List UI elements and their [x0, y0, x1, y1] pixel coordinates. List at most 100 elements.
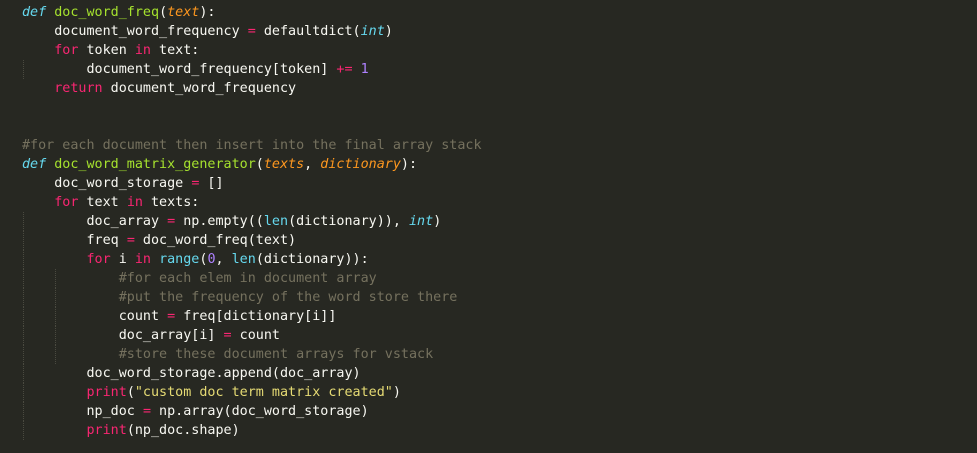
code-text: doc_word_storage — [22, 176, 192, 191]
code-text: (dictionary)): — [255, 252, 369, 267]
code-line[interactable]: doc_word_storage.append(doc_array) — [22, 364, 482, 383]
indent-guide — [55, 269, 57, 288]
code-line[interactable]: return document_word_frequency — [22, 79, 482, 98]
code-text: np_doc — [22, 404, 143, 419]
indent-guide — [55, 307, 57, 326]
code-line[interactable]: for i in range(0, len(dictionary)): — [22, 250, 482, 269]
code-text: document_word_frequency[token] — [22, 62, 337, 77]
operator: = — [167, 214, 176, 229]
code-text: [] — [199, 176, 224, 191]
code-line[interactable]: document_word_frequency[token] += 1 — [22, 60, 482, 79]
code-text: , — [215, 252, 232, 267]
code-text: ( — [159, 5, 168, 20]
number-literal: 0 — [207, 252, 216, 267]
code-line[interactable] — [22, 98, 482, 117]
code-line[interactable]: print(np_doc.shape) — [22, 421, 482, 440]
keyword: print — [86, 423, 127, 438]
code-text: freq[dictionary[i]] — [175, 309, 337, 324]
function-name: doc_word_freq — [54, 5, 160, 20]
code-line[interactable]: #put the frequency of the word store the… — [22, 288, 482, 307]
code-text: text: — [151, 43, 200, 58]
string-literal: "custom doc term matrix created" — [134, 385, 393, 400]
keyword: for — [54, 43, 79, 58]
code-text: token — [78, 43, 135, 58]
code-line[interactable]: np_doc = np.array(doc_word_storage) — [22, 402, 482, 421]
function-name: doc_word_matrix_generator — [54, 157, 256, 172]
code-line[interactable]: doc_array[i] = count — [22, 326, 482, 345]
operator: = — [247, 24, 256, 39]
indent-guide — [23, 288, 24, 307]
comment: #for each document then insert into the … — [22, 138, 482, 153]
builtin-function: len — [263, 214, 289, 229]
code-line[interactable] — [22, 117, 482, 136]
number-literal: 1 — [360, 62, 369, 77]
indent-guide — [23, 269, 24, 288]
code-text: , — [304, 157, 321, 172]
def-keyword: def — [22, 157, 47, 172]
code-line[interactable]: def doc_word_matrix_generator(texts, dic… — [22, 155, 482, 174]
indent-guide — [55, 345, 57, 364]
comment: #put the frequency of the word store the… — [118, 290, 458, 305]
indent-guide — [55, 326, 57, 345]
operator: = — [167, 309, 176, 324]
code-text: document_word_frequency — [22, 24, 248, 39]
code-line[interactable]: count = freq[dictionary[i]] — [22, 307, 482, 326]
keyword: return — [54, 81, 103, 96]
code-line[interactable]: for token in text: — [22, 41, 482, 60]
code-line[interactable]: doc_array = np.empty((len(dictionary)), … — [22, 212, 482, 231]
code-text: ): — [400, 157, 418, 172]
code-text: count — [231, 328, 280, 343]
indent-guide — [23, 421, 24, 440]
code-text: defaultdict( — [255, 24, 361, 39]
parameter: texts — [263, 157, 305, 172]
code-line[interactable]: print("custom doc term matrix created") — [22, 383, 482, 402]
code-line[interactable]: for text in texts: — [22, 193, 482, 212]
code-line[interactable]: doc_word_storage = [] — [22, 174, 482, 193]
indent-guide — [23, 307, 24, 326]
builtin-type: int — [409, 214, 434, 229]
code-line[interactable]: document_word_frequency = defaultdict(in… — [22, 22, 482, 41]
code-text: ( — [126, 385, 135, 400]
builtin-type: int — [360, 24, 385, 39]
code-text: ) — [384, 24, 393, 39]
code-line[interactable]: def doc_word_freq(text): — [22, 3, 482, 22]
code-line[interactable]: #for each document then insert into the … — [22, 136, 482, 155]
code-text: (dictionary)), — [288, 214, 409, 229]
indent-guide — [55, 288, 57, 307]
code-text: ( — [255, 157, 264, 172]
code-text: doc_word_storage.append(doc_array) — [22, 366, 361, 381]
code-text: ) — [392, 385, 401, 400]
parameter: text — [167, 5, 200, 20]
code-line[interactable]: #for each elem in document array — [22, 269, 482, 288]
code-text: texts: — [142, 195, 200, 210]
code-text: i — [110, 252, 135, 267]
code-text: text — [78, 195, 127, 210]
code-text: count — [22, 309, 168, 324]
keyword: in — [126, 195, 143, 210]
code-text: ): — [199, 5, 216, 20]
code-text: (np_doc.shape) — [126, 423, 240, 438]
code-text: doc_array[i] — [22, 328, 224, 343]
indent-guide — [23, 345, 24, 364]
comment: #for each elem in document array — [118, 271, 377, 286]
indent-guide — [23, 212, 24, 231]
keyword: print — [86, 385, 127, 400]
code-line[interactable]: freq = doc_word_freq(text) — [22, 231, 482, 250]
operator: = — [126, 233, 135, 248]
keyword: in — [134, 43, 151, 58]
indent-guide — [23, 231, 24, 250]
indent-guide — [23, 60, 24, 79]
code-line[interactable]: #store these document arrays for vstack — [22, 345, 482, 364]
indent-guide — [23, 383, 24, 402]
code-editor[interactable]: def doc_word_freq(text): document_word_f… — [22, 3, 482, 440]
indent-guide — [23, 326, 24, 345]
